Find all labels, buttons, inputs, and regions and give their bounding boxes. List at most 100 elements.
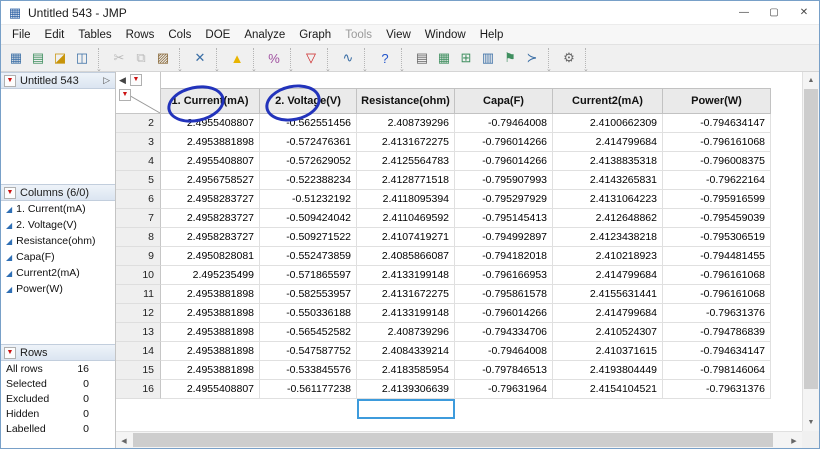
selected-cell[interactable] xyxy=(357,399,455,419)
row-number[interactable]: 11 xyxy=(116,285,161,304)
column-list-item[interactable]: ◢ Current2(mA) xyxy=(1,265,115,281)
data-cell[interactable]: 2.408739296 xyxy=(357,323,455,342)
column-list-item[interactable]: ◢ 1. Current(mA) xyxy=(1,201,115,217)
data-cell[interactable]: 2.4118095394 xyxy=(357,190,455,209)
data-cell[interactable]: 2.4953881898 xyxy=(161,361,260,380)
data-cell[interactable]: 2.4128771518 xyxy=(357,171,455,190)
clear-icon[interactable]: ✕ xyxy=(190,48,210,68)
data-cell[interactable]: -0.79622164 xyxy=(663,171,771,190)
menu-view[interactable]: View xyxy=(379,27,418,43)
data-cell[interactable]: -0.51232192 xyxy=(260,190,357,209)
data-cell[interactable]: -0.794992897 xyxy=(455,228,553,247)
data-cell[interactable]: 2.4953881898 xyxy=(161,285,260,304)
data-cell[interactable]: -0.798146064 xyxy=(663,361,771,380)
scroll-up-icon[interactable]: ▲ xyxy=(803,72,819,89)
column-header-6[interactable]: Power(W) xyxy=(663,88,771,114)
report-table-icon[interactable]: ▦ xyxy=(434,48,454,68)
data-cell[interactable]: -0.571865597 xyxy=(260,266,357,285)
rows-stat-labelled[interactable]: Labelled 0 xyxy=(1,421,89,436)
red-triangle-menu-icon[interactable]: ▼ xyxy=(4,74,16,87)
row-number[interactable]: 3 xyxy=(116,133,161,152)
graph-builder-icon[interactable]: ∿ xyxy=(338,48,358,68)
copy-icon[interactable]: ⧉ xyxy=(131,48,151,68)
data-cell[interactable]: -0.795306519 xyxy=(663,228,771,247)
menu-analyze[interactable]: Analyze xyxy=(237,27,292,43)
save-icon[interactable]: ◫ xyxy=(72,48,92,68)
data-cell[interactable]: 2.414799684 xyxy=(553,266,663,285)
data-cell[interactable]: 2.4955408807 xyxy=(161,152,260,171)
data-cell[interactable]: 2.4084339214 xyxy=(357,342,455,361)
collapse-sidebar-icon[interactable]: ◀ xyxy=(119,75,126,86)
data-cell[interactable]: -0.572476361 xyxy=(260,133,357,152)
data-cell[interactable]: 2.4953881898 xyxy=(161,133,260,152)
data-cell[interactable]: 2.414799684 xyxy=(553,133,663,152)
tools-icon[interactable]: ⚙ xyxy=(559,48,579,68)
rows-red-triangle-menu-icon[interactable]: ▼ xyxy=(119,89,131,101)
data-cell[interactable]: -0.509424042 xyxy=(260,209,357,228)
menu-doe[interactable]: DOE xyxy=(198,27,237,43)
data-cell[interactable]: -0.796166953 xyxy=(455,266,553,285)
data-cell[interactable]: 2.4110469592 xyxy=(357,209,455,228)
column-header-3[interactable]: Resistance(ohm) xyxy=(357,88,455,114)
data-cell[interactable]: -0.79464008 xyxy=(455,342,553,361)
data-cell[interactable]: -0.796014266 xyxy=(455,152,553,171)
data-cell[interactable]: 2.4958283727 xyxy=(161,190,260,209)
menu-graph[interactable]: Graph xyxy=(292,27,338,43)
data-cell[interactable]: 2.4123438218 xyxy=(553,228,663,247)
row-number[interactable]: 8 xyxy=(116,228,161,247)
data-cell[interactable]: -0.547587752 xyxy=(260,342,357,361)
row-number[interactable]: 12 xyxy=(116,304,161,323)
data-cell[interactable]: 2.4131672275 xyxy=(357,285,455,304)
rows-stat-excluded[interactable]: Excluded 0 xyxy=(1,391,89,406)
data-cell[interactable]: 2.4131672275 xyxy=(357,133,455,152)
data-cell[interactable]: -0.796161068 xyxy=(663,133,771,152)
menu-edit[interactable]: Edit xyxy=(38,27,72,43)
data-cell[interactable]: 2.4953881898 xyxy=(161,323,260,342)
menu-tools[interactable]: Tools xyxy=(338,27,379,43)
menu-window[interactable]: Window xyxy=(418,27,473,43)
data-cell[interactable]: 2.4953881898 xyxy=(161,342,260,361)
data-cell[interactable]: 2.4133199148 xyxy=(357,266,455,285)
data-cell[interactable]: -0.795916599 xyxy=(663,190,771,209)
cut-icon[interactable]: ✂ xyxy=(109,48,129,68)
data-cell[interactable]: -0.565452582 xyxy=(260,323,357,342)
row-number[interactable]: 9 xyxy=(116,247,161,266)
scroll-left-icon[interactable]: ◀ xyxy=(116,432,132,449)
row-number[interactable]: 4 xyxy=(116,152,161,171)
row-number[interactable]: 10 xyxy=(116,266,161,285)
data-cell[interactable]: -0.796014266 xyxy=(455,133,553,152)
data-cell[interactable]: -0.796161068 xyxy=(663,285,771,304)
data-cell[interactable]: 2.4143265831 xyxy=(553,171,663,190)
data-cell[interactable]: -0.794634147 xyxy=(663,114,771,133)
help-icon[interactable]: ? xyxy=(375,48,395,68)
row-number[interactable]: 2 xyxy=(116,114,161,133)
data-cell[interactable]: -0.582553957 xyxy=(260,285,357,304)
data-cell[interactable]: -0.533845576 xyxy=(260,361,357,380)
rows-stat-all-rows[interactable]: All rows 16 xyxy=(1,361,89,376)
data-cell[interactable]: -0.795907993 xyxy=(455,171,553,190)
data-cell[interactable]: -0.561177238 xyxy=(260,380,357,399)
data-cell[interactable]: 2.4107419271 xyxy=(357,228,455,247)
column-header-4[interactable]: Capa(F) xyxy=(455,88,553,114)
data-cell[interactable]: 2.408739296 xyxy=(357,114,455,133)
row-number[interactable]: 7 xyxy=(116,209,161,228)
column-list-item[interactable]: ◢ Capa(F) xyxy=(1,249,115,265)
red-triangle-menu-icon[interactable]: ▼ xyxy=(4,346,16,359)
menu-help[interactable]: Help xyxy=(473,27,511,43)
columns-red-triangle-menu-icon[interactable]: ▼ xyxy=(129,74,142,86)
new-journal-icon[interactable]: ▤ xyxy=(28,48,48,68)
data-cell[interactable]: 2.4958283727 xyxy=(161,209,260,228)
data-cell[interactable]: 2.4139306639 xyxy=(357,380,455,399)
open-icon[interactable]: ◪ xyxy=(50,48,70,68)
close-button-icon[interactable]: ✕ xyxy=(789,1,819,24)
minimize-button-icon[interactable]: — xyxy=(729,1,759,24)
data-cell[interactable]: -0.794182018 xyxy=(455,247,553,266)
rows-stat-selected[interactable]: Selected 0 xyxy=(1,376,89,391)
menu-cols[interactable]: Cols xyxy=(161,27,198,43)
scroll-down-icon[interactable]: ▼ xyxy=(803,414,819,431)
data-cell[interactable]: 2.4085866087 xyxy=(357,247,455,266)
row-number[interactable]: 13 xyxy=(116,323,161,342)
data-cell[interactable]: -0.795145413 xyxy=(455,209,553,228)
data-cell[interactable]: 2.4956758527 xyxy=(161,171,260,190)
rows-stat-hidden[interactable]: Hidden 0 xyxy=(1,406,89,421)
